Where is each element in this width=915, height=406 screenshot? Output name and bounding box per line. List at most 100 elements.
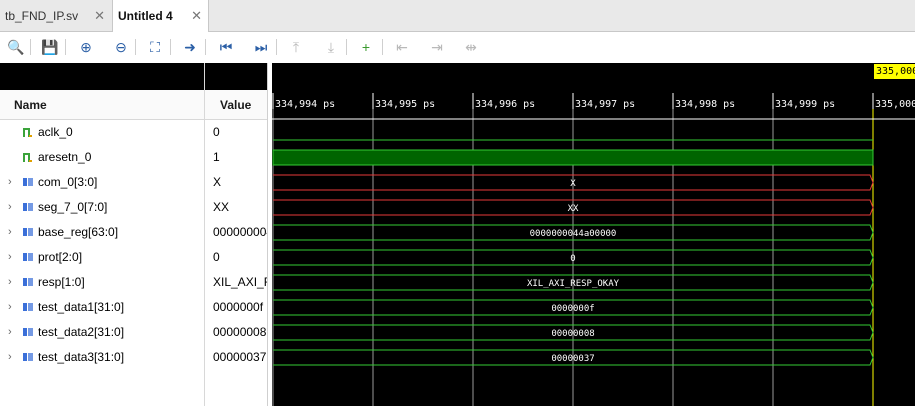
signal-value: 0 (213, 250, 220, 264)
signal-name: prot[2:0] (38, 250, 83, 264)
name-column-header[interactable]: Name (0, 90, 204, 120)
signal-value: XX (213, 200, 230, 214)
waveform-value-label: XX (568, 204, 579, 214)
waveform-value-label: 00000037 (551, 354, 594, 364)
bit-signal-icon (23, 153, 32, 162)
chevron-right-icon[interactable]: › (8, 295, 12, 320)
go-to-end-button[interactable]: ⏭ (251, 37, 271, 57)
zoom-in-icon: ⊕ (80, 38, 92, 55)
search-button[interactable]: 🔍 (6, 37, 26, 57)
time-tick-label: 334,996 ps (475, 99, 535, 110)
bus-signal-icon (23, 178, 33, 186)
toolbar-separator (346, 39, 347, 55)
signal-name: resp[1:0] (38, 275, 85, 289)
tab-label: tb_FND_IP.sv (5, 8, 79, 23)
toolbar-separator (170, 39, 171, 55)
time-tick-label: 334,999 ps (775, 99, 835, 110)
time-tick-label: 334,994 ps (275, 99, 335, 110)
go-to-cursor-button[interactable]: ➜ (180, 37, 200, 57)
signal-row[interactable]: aclk_0 (0, 120, 204, 145)
toolbar-separator (65, 39, 66, 55)
signal-name: aresetn_0 (38, 150, 92, 164)
toolbar-separator (30, 39, 31, 55)
signal-name: base_reg[63:0] (38, 225, 119, 239)
zoom-fit-button[interactable]: ⛶ (145, 37, 165, 57)
close-icon[interactable]: ✕ (94, 8, 105, 24)
zoom-out-button[interactable]: ⊖ (111, 37, 131, 57)
bus-signal-icon (23, 278, 33, 286)
bit-signal-icon (23, 128, 32, 137)
next-transition-button[interactable]: ⤓ (321, 37, 341, 57)
name-panel-spacer (0, 63, 204, 90)
next-marker-button[interactable]: ⇥ (427, 37, 447, 57)
signal-name: seg_7_0[7:0] (38, 200, 108, 214)
chevron-right-icon[interactable]: › (8, 345, 12, 370)
time-tick-label: 334,997 ps (575, 99, 635, 110)
waveform-value-label: 00000008 (551, 329, 594, 339)
signal-name-panel: Name aclk_0 aresetn_0 › com_0[3:0] › seg_7_0[… (0, 63, 204, 406)
close-icon[interactable]: ✕ (191, 8, 202, 24)
previous-transition-icon: ⤒ (292, 38, 300, 55)
add-marker-icon: + (361, 39, 371, 55)
waveform-value-label: 0 (570, 254, 575, 264)
signal-value: 00000008 (213, 325, 267, 339)
toolbar-separator (135, 39, 136, 55)
signal-name: test_data3[31:0] (38, 350, 125, 364)
chevron-right-icon[interactable]: › (8, 320, 12, 345)
time-tick-label: 334,998 ps (675, 99, 735, 110)
chevron-right-icon[interactable]: › (8, 245, 12, 270)
editor-tab-bar: tb_FND_IP.sv ✕ Untitled 4 ✕ (0, 0, 915, 32)
save-icon: 💾 (41, 38, 59, 55)
signal-row[interactable]: › prot[2:0] (0, 245, 204, 270)
signal-row[interactable]: › test_data1[31:0] (0, 295, 204, 320)
add-marker-button[interactable]: + (356, 37, 376, 57)
bus-signal-icon (23, 303, 33, 311)
signal-value: X (213, 175, 222, 189)
swap-cursors-icon: ⇹ (465, 38, 477, 55)
bus-signal-icon (23, 203, 33, 211)
signal-row[interactable]: › test_data3[31:0] (0, 345, 204, 370)
toolbar-separator (382, 39, 383, 55)
waveform-value-label: X (570, 179, 576, 189)
value-column-header[interactable]: Value (205, 90, 268, 120)
signal-row[interactable]: › resp[1:0] (0, 270, 204, 295)
waveform-value-label: 0000000f (551, 304, 594, 314)
chevron-right-icon[interactable]: › (8, 220, 12, 245)
signal-value: 0 (213, 125, 220, 139)
chevron-right-icon[interactable]: › (8, 170, 12, 195)
chevron-right-icon[interactable]: › (8, 195, 12, 220)
previous-transition-button[interactable]: ⤒ (286, 37, 306, 57)
signal-row[interactable]: › base_reg[63:0] (0, 220, 204, 245)
tab-label: Untitled 4 (118, 9, 173, 23)
signal-name: com_0[3:0] (38, 175, 98, 189)
signal-value: 0000000044a00000 (213, 225, 268, 239)
signal-value: 0000000f (213, 300, 264, 314)
value-panel-spacer (205, 63, 268, 90)
tab-tb-fnd-ip[interactable]: tb_FND_IP.sv ✕ (0, 0, 111, 31)
previous-marker-button[interactable]: ⇤ (392, 37, 412, 57)
signal-row[interactable]: › test_data2[31:0] (0, 320, 204, 345)
signal-name: aclk_0 (38, 125, 73, 139)
zoom-fit-icon: ⛶ (150, 38, 160, 55)
bus-signal-icon (23, 253, 33, 261)
save-button[interactable]: 💾 (40, 37, 60, 57)
waveform-canvas[interactable]: 334,994 ps 334,995 ps 334,996 ps 334,997 ps… (272, 63, 915, 406)
tab-untitled-4[interactable]: Untitled 4 ✕ (112, 0, 209, 32)
zoom-in-button[interactable]: ⊕ (76, 37, 96, 57)
go-to-start-button[interactable]: ⏮ (216, 37, 236, 57)
signal-row[interactable]: › seg_7_0[7:0] (0, 195, 204, 220)
previous-marker-icon: ⇤ (396, 38, 408, 55)
zoom-out-icon: ⊖ (115, 38, 127, 55)
go-to-start-icon: ⏮ (219, 38, 233, 55)
signal-row[interactable]: aresetn_0 (0, 145, 204, 170)
waveform-svg: 334,994 ps 334,995 ps 334,996 ps 334,997 ps… (272, 93, 915, 406)
swap-cursors-button[interactable]: ⇹ (461, 37, 481, 57)
chevron-right-icon[interactable]: › (8, 270, 12, 295)
search-icon: 🔍 (7, 38, 25, 55)
next-marker-icon: ⇥ (431, 38, 443, 55)
waveform-value-label: 0000000044a00000 (530, 229, 617, 239)
cursor-time-label[interactable]: 335,000 (874, 64, 915, 79)
signal-row[interactable]: › com_0[3:0] (0, 170, 204, 195)
waveform-toolbar: 🔍 💾 ⊕ ⊖ ⛶ ➜ ⏮ ⏭ ⤒ ⤓ + ⇤ ⇥ ⇹ (0, 32, 915, 63)
signal-value: 00000037 (213, 350, 267, 364)
